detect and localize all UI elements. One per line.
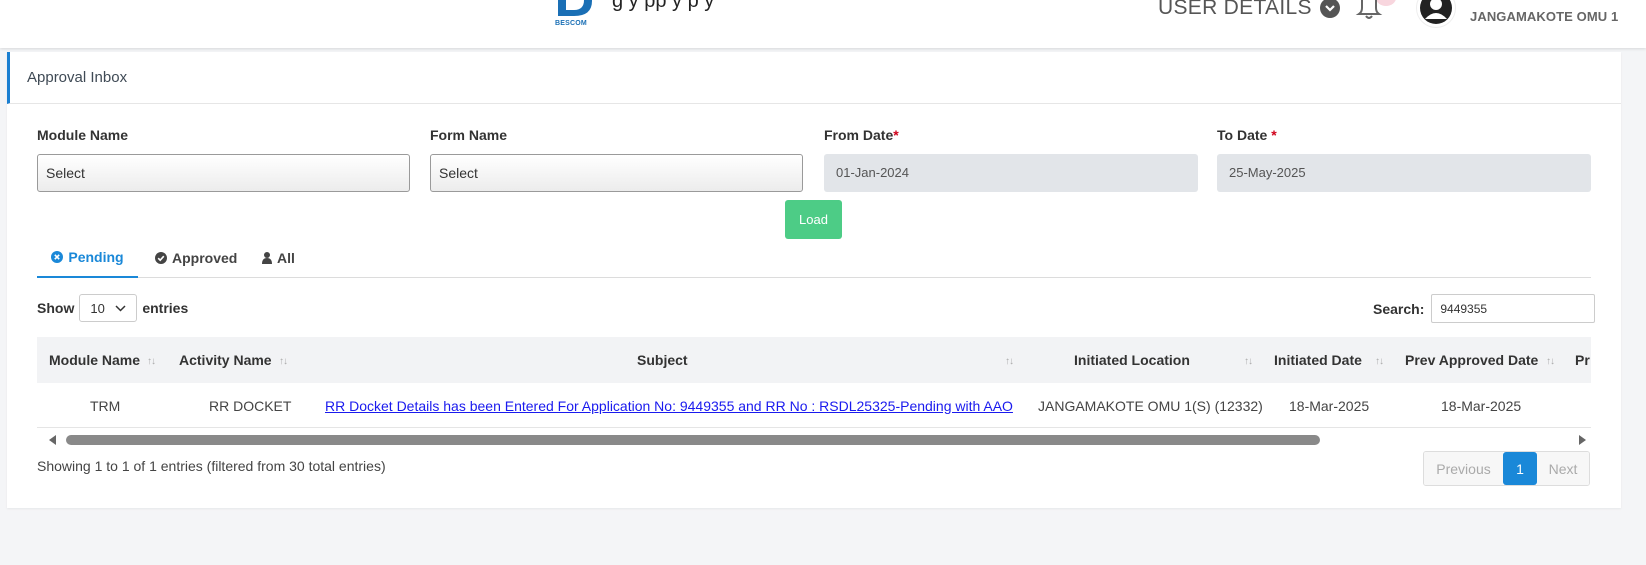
user-name: JANGAMAKOTE OMU 1 — [1470, 9, 1619, 24]
form-name-label: Form Name — [430, 127, 508, 143]
user-avatar[interactable] — [1416, 0, 1456, 28]
table-search: Search: 9449355 — [1373, 294, 1596, 323]
cell-activity: RR DOCKET — [209, 397, 292, 414]
from-date-label-text: From Date — [824, 127, 894, 143]
show-label: Show — [37, 300, 75, 316]
table-info: Showing 1 to 1 of 1 entries (filtered fr… — [37, 458, 386, 474]
col-initiated-location[interactable]: Initiated Location — [1074, 337, 1190, 383]
col-module-name[interactable]: Module Name — [49, 337, 140, 383]
sort-icon: ↑↓ — [1244, 356, 1253, 367]
search-input[interactable]: 9449355 — [1431, 294, 1596, 323]
page-title: Approval Inbox — [27, 69, 128, 86]
tab-pending-label: Pending — [68, 249, 124, 265]
user-icon — [262, 252, 272, 264]
top-header: BESCOM g y pp y p y USER DETAILS JANGAMA… — [0, 0, 1646, 48]
logo-text: BESCOM — [555, 20, 587, 27]
chevron-down-icon — [115, 305, 126, 312]
subject-link[interactable]: RR Docket Details has been Entered For A… — [325, 398, 1013, 414]
sort-icon: ↑↓ — [1005, 356, 1014, 367]
tab-all-label: All — [277, 250, 295, 266]
approval-inbox-card: Approval Inbox Module Name Select Form N… — [7, 52, 1621, 508]
from-date-field[interactable]: 01-Jan-2024 — [824, 154, 1198, 192]
col-prev-approved-date[interactable]: Prev Approved Date — [1405, 337, 1538, 383]
tab-pending[interactable]: Pending — [37, 238, 138, 278]
horizontal-scrollbar[interactable] — [37, 430, 1591, 448]
tab-all[interactable]: All — [262, 238, 295, 278]
search-label: Search: — [1373, 300, 1425, 317]
next-button[interactable]: Next — [1537, 452, 1589, 485]
col-activity-name[interactable]: Activity Name — [179, 337, 272, 383]
from-date-label: From Date* — [824, 127, 899, 143]
to-date-label-text: To Date — [1217, 127, 1268, 143]
sort-icon: ↑↓ — [1546, 356, 1555, 367]
user-details-dropdown[interactable]: USER DETAILS — [1158, 0, 1340, 20]
cell-module: TRM — [90, 397, 121, 414]
page-length-value: 10 — [90, 300, 105, 316]
page-length-control: Show 10 entries — [37, 294, 188, 322]
bell-icon[interactable] — [1355, 0, 1383, 20]
table-row: TRM RR DOCKET RR Docket Details has been… — [37, 383, 1591, 428]
module-name-label: Module Name — [37, 127, 129, 143]
required-mark: * — [1271, 127, 1277, 143]
to-date-label: To Date * — [1217, 127, 1277, 143]
sort-icon: ↑↓ — [279, 356, 288, 367]
entries-label: entries — [142, 300, 189, 316]
required-mark: * — [893, 127, 899, 143]
load-button[interactable]: Load — [785, 200, 842, 239]
sort-icon: ↑↓ — [1375, 356, 1384, 367]
company-name: g y pp y p y — [612, 0, 715, 12]
cell-location: JANGAMAKOTE OMU 1(S) (12332) — [1038, 397, 1263, 414]
card-header: Approval Inbox — [7, 52, 1621, 104]
status-tabs: Pending Approved All — [37, 238, 1591, 278]
sort-icon: ↑↓ — [147, 356, 156, 367]
col-subject[interactable]: Subject — [637, 337, 688, 383]
scroll-right-arrow-icon[interactable] — [1579, 435, 1586, 445]
chevron-down-icon — [1319, 0, 1340, 18]
col-truncated[interactable]: Pr — [1575, 337, 1590, 383]
page-1-button[interactable]: 1 — [1503, 452, 1537, 485]
table-header: Module Name ↑↓ Activity Name ↑↓ Subject … — [37, 337, 1591, 383]
user-circle-icon — [1420, 0, 1452, 24]
tab-approved-label: Approved — [172, 250, 238, 266]
scroll-left-arrow-icon[interactable] — [49, 435, 56, 445]
module-name-select[interactable]: Select — [37, 154, 410, 192]
cell-subject: RR Docket Details has been Entered For A… — [325, 383, 1013, 428]
cell-initiated-date: 18-Mar-2025 — [1289, 397, 1370, 414]
approval-table: Module Name ↑↓ Activity Name ↑↓ Subject … — [37, 337, 1591, 442]
user-details-label: USER DETAILS — [1158, 0, 1312, 19]
scrollbar-thumb[interactable] — [66, 435, 1320, 445]
previous-button[interactable]: Previous — [1424, 452, 1503, 485]
to-date-field[interactable]: 25-May-2025 — [1217, 154, 1591, 192]
form-name-select[interactable]: Select — [430, 154, 803, 192]
page-length-select[interactable]: 10 — [79, 294, 138, 322]
cell-prev-approved-date: 18-Mar-2025 — [1441, 397, 1522, 414]
times-circle-icon — [51, 251, 64, 263]
tab-approved[interactable]: Approved — [155, 238, 237, 278]
check-circle-icon — [155, 252, 167, 264]
pagination: Previous 1 Next — [1423, 451, 1590, 486]
col-initiated-date[interactable]: Initiated Date — [1274, 337, 1362, 383]
